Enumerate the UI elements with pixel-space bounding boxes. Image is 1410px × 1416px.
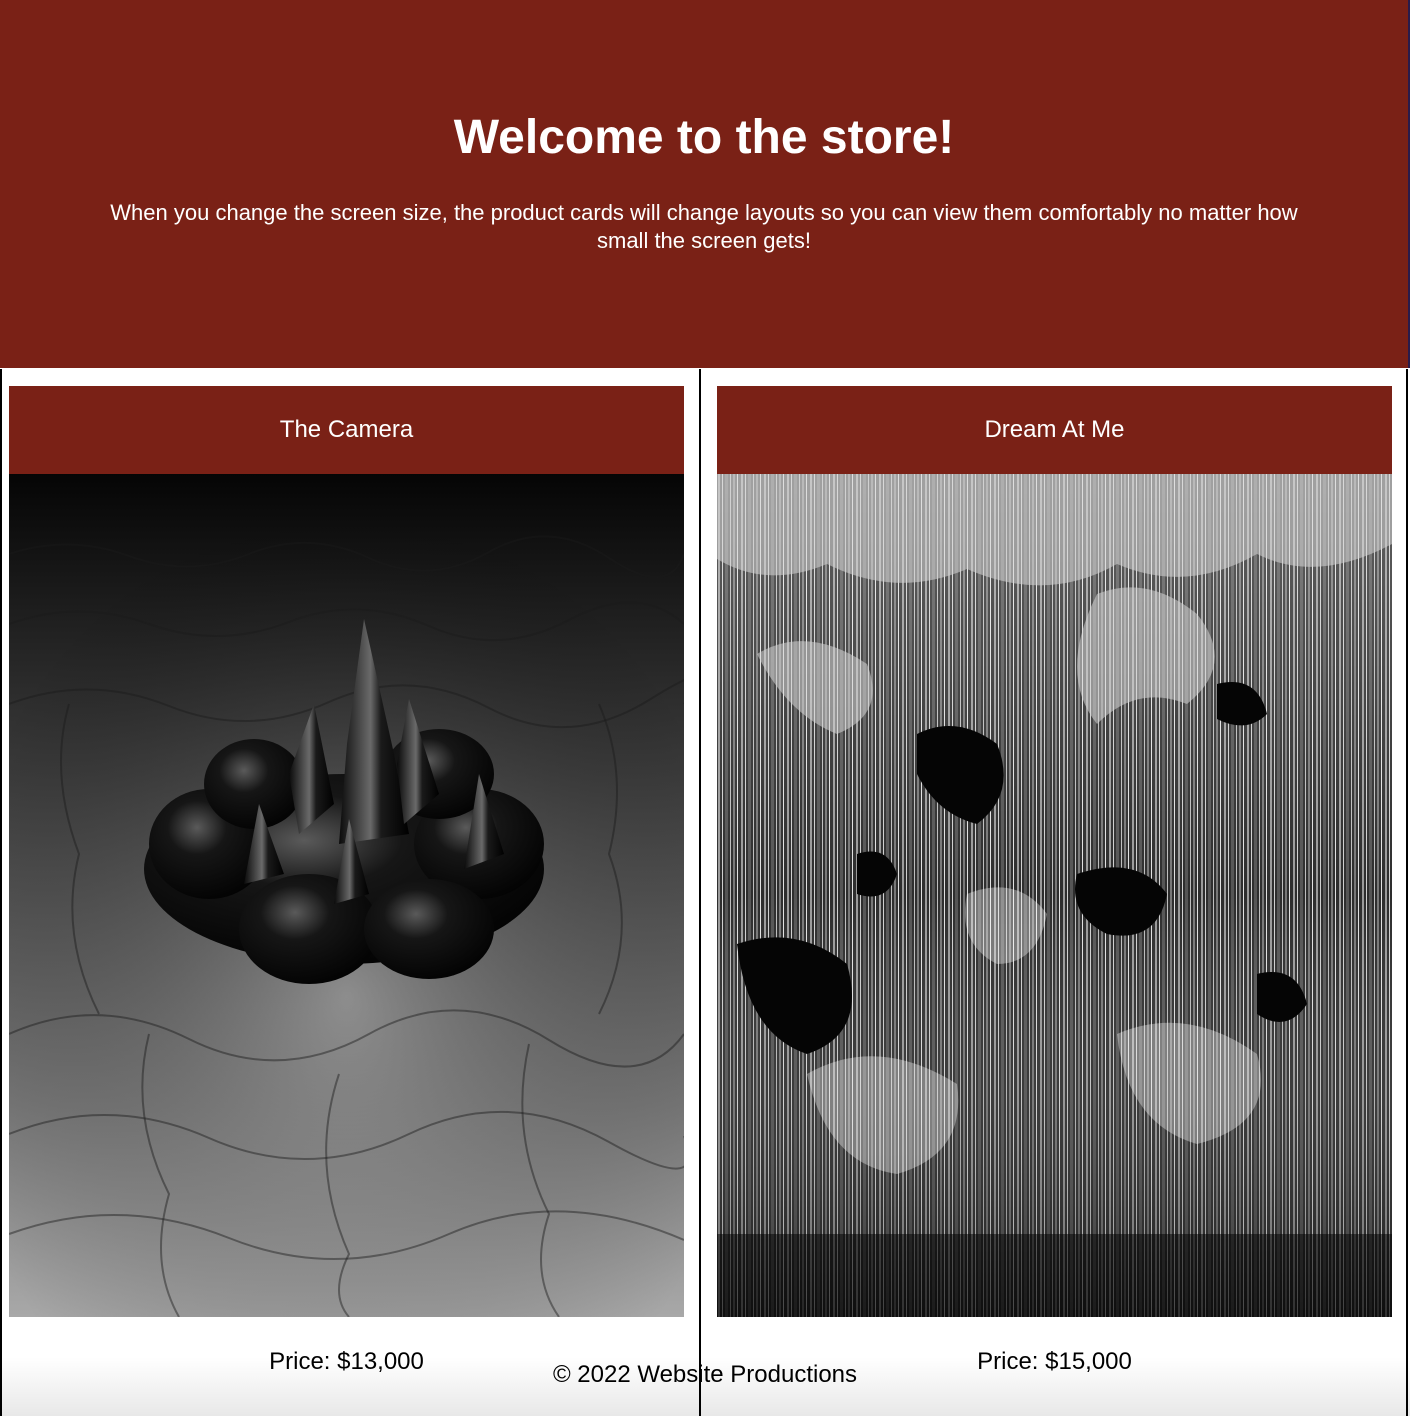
product-image-the-camera[interactable]	[9, 474, 684, 1317]
column-divider-middle	[699, 369, 701, 1416]
product-image-dream-at-me[interactable]	[717, 474, 1392, 1317]
hero-subtitle: When you change the screen size, the pro…	[110, 200, 1298, 253]
product-card-header: The Camera	[9, 386, 684, 474]
column-divider-right	[1406, 369, 1408, 1416]
hero-banner: Welcome to the store! When you change th…	[0, 0, 1410, 368]
footer-copyright: © 2022 Website Productions	[552, 1361, 858, 1388]
product-card-dream-at-me[interactable]: Dream At Me Price: $15,000	[717, 386, 1392, 1386]
page-title: Welcome to the store!	[453, 111, 955, 164]
product-card-the-camera[interactable]: The Camera Price: $13,000	[9, 386, 684, 1386]
column-divider-left	[0, 369, 2, 1416]
product-name: Dream At Me	[984, 416, 1125, 443]
product-name: The Camera	[279, 416, 414, 443]
product-card-header: Dream At Me	[717, 386, 1392, 474]
